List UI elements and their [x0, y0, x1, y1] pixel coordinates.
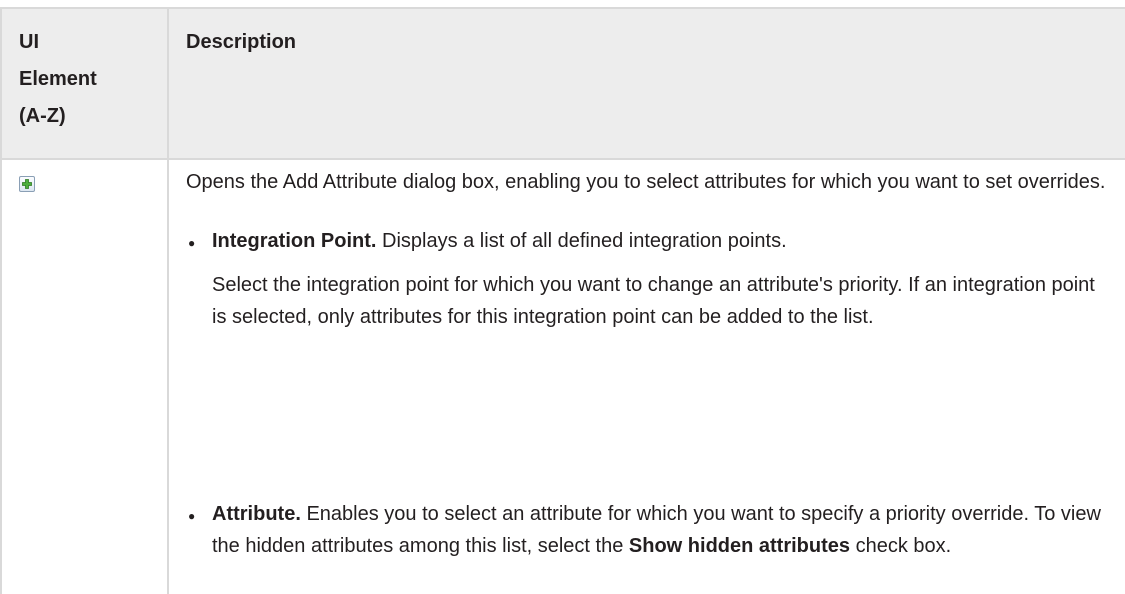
- column-divider: [167, 7, 169, 594]
- integration-point-detail: Select the integration point for which y…: [212, 274, 1095, 328]
- table-left-border: [0, 7, 2, 594]
- bullet-marker: ●: [188, 509, 196, 523]
- bullet-marker: ●: [188, 236, 196, 250]
- integration-point-desc: Displays a list of all defined integrati…: [376, 230, 787, 252]
- header-ui-element-line: (A-Z): [19, 105, 66, 127]
- term-integration-point: Integration Point.: [212, 230, 377, 252]
- table-header-row: [2, 9, 1125, 159]
- header-ui-element: UI Element (A-Z): [19, 24, 97, 135]
- header-ui-element-line: UI: [19, 31, 39, 53]
- row-description: Opens the Add Attribute dialog box, enab…: [186, 171, 1106, 193]
- add-icon: [19, 176, 35, 192]
- attribute-desc-tail: check box.: [850, 535, 952, 557]
- header-ui-element-line: Element: [19, 68, 97, 90]
- header-description: Description: [186, 31, 297, 53]
- ui-element-table: UI Element (A-Z) Description Opens the A…: [0, 0, 1125, 594]
- term-attribute: Attribute.: [212, 503, 301, 525]
- bullet-integration-point: Integration Point. Displays a list of al…: [212, 225, 1112, 257]
- show-hidden-attributes-term: Show hidden attributes: [628, 535, 851, 557]
- bullet-attribute: Attribute. Enables you to select an attr…: [212, 498, 1112, 562]
